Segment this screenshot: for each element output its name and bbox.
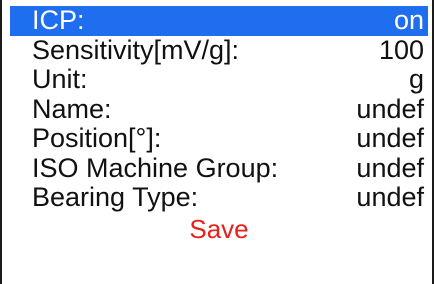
setting-value: g	[408, 64, 424, 95]
setting-row-sensitivity[interactable]: Sensitivity[mV/g]: 100	[10, 36, 428, 66]
setting-label: Position[°]:	[32, 123, 162, 154]
settings-list: ICP: on Sensitivity[mV/g]: 100 Unit: g N…	[10, 6, 428, 245]
setting-value: 100	[378, 34, 424, 65]
setting-value: undef	[356, 123, 424, 154]
setting-value: undef	[356, 182, 424, 213]
setting-label: ISO Machine Group:	[32, 152, 279, 183]
setting-label: Unit:	[32, 64, 88, 95]
save-button[interactable]: Save	[10, 213, 428, 245]
setting-value: undef	[356, 93, 424, 124]
setting-row-position[interactable]: Position[°]: undef	[10, 124, 428, 154]
setting-row-icp[interactable]: ICP: on	[10, 6, 428, 36]
setting-label: ICP:	[32, 5, 85, 36]
setting-label: Bearing Type:	[32, 182, 199, 213]
setting-row-bearing-type[interactable]: Bearing Type: undef	[10, 183, 428, 213]
setting-row-name[interactable]: Name: undef	[10, 95, 428, 125]
setting-row-iso-machine-group[interactable]: ISO Machine Group: undef	[10, 154, 428, 184]
setting-value: on	[393, 5, 424, 36]
setting-row-unit[interactable]: Unit: g	[10, 65, 428, 95]
sensor-settings-panel: ICP: on Sensitivity[mV/g]: 100 Unit: g N…	[0, 0, 434, 284]
setting-label: Name:	[32, 93, 112, 124]
setting-label: Sensitivity[mV/g]:	[32, 34, 240, 65]
setting-value: undef	[356, 152, 424, 183]
